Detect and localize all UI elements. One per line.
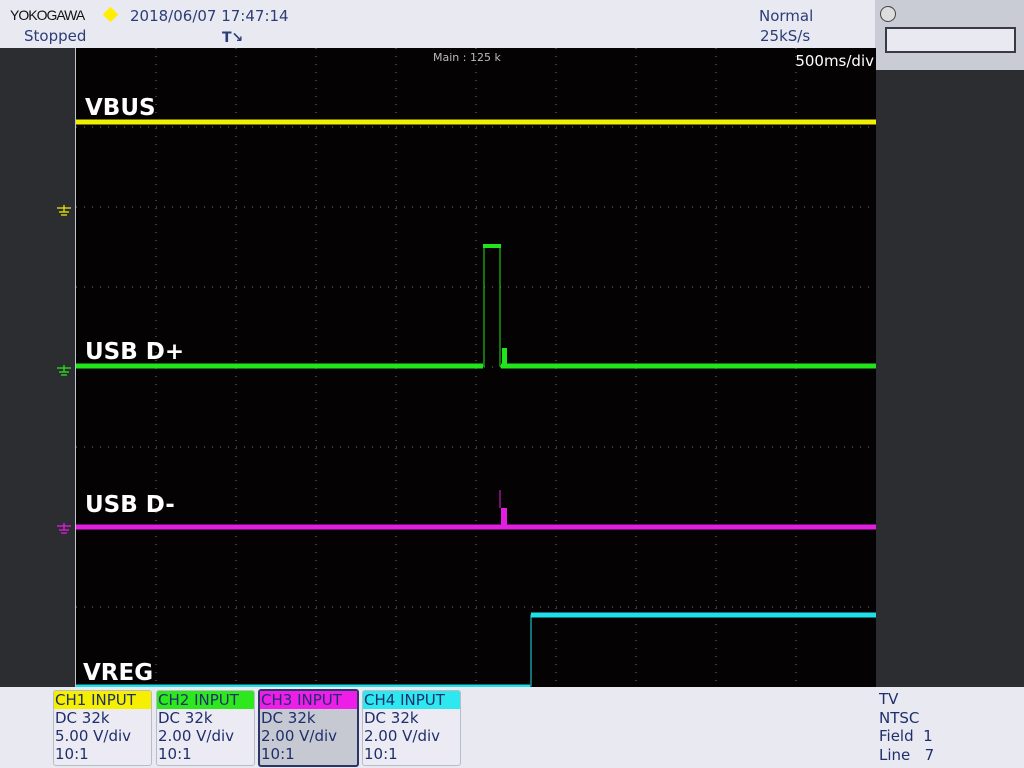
trace-label-vbus: VBUS	[85, 95, 156, 121]
ch2-coupling: DC 32k	[158, 709, 213, 727]
waveform-canvas	[76, 48, 876, 687]
trace-label-vreg: VREG	[83, 660, 154, 686]
ch4-coupling: DC 32k	[364, 709, 419, 727]
trace-dplus-glitch	[502, 348, 507, 364]
ch1-title: CH1 INPUT	[54, 691, 151, 709]
trigger-mode: Normal	[759, 7, 814, 25]
display-mode-type: TV	[879, 690, 899, 708]
ch3-probe: 10:1	[261, 745, 295, 763]
ground-markers	[57, 205, 71, 534]
brand-logo: YOKOGAWA	[10, 7, 85, 23]
side-panel-dark	[875, 70, 1024, 687]
ch1-ground-icon	[57, 205, 71, 216]
ch3-title: CH3 INPUT	[260, 691, 357, 709]
ch1-probe: 10:1	[55, 745, 89, 763]
timebase: 500ms/div	[795, 52, 874, 70]
acquisition-status: Stopped	[24, 27, 87, 45]
ch3-info-card[interactable]: CH3 INPUT DC 32k 2.00 V/div 10:1	[258, 689, 359, 767]
datetime: 2018/06/07 17:47:14	[130, 7, 289, 25]
ch3-coupling: DC 32k	[261, 709, 316, 727]
ch4-info-card[interactable]: CH4 INPUT DC 32k 2.00 V/div 10:1	[362, 690, 461, 766]
ch1-info-card[interactable]: CH1 INPUT DC 32k 5.00 V/div 10:1	[53, 690, 152, 766]
ch4-title: CH4 INPUT	[363, 691, 460, 709]
display-mode-standard: NTSC	[879, 709, 920, 727]
trace-label-dplus: USB D+	[85, 339, 185, 365]
display-mode-field: Field 1	[879, 727, 933, 745]
ch4-probe: 10:1	[364, 745, 398, 763]
waveform-display[interactable]: Main : 125 k 500ms/div VBUS USB D+ USB D…	[75, 48, 876, 687]
trace-label-dminus: USB D-	[85, 492, 175, 518]
ch1-scale: 5.00 V/div	[55, 727, 132, 745]
ch4-scale: 2.00 V/div	[364, 727, 441, 745]
ch3-scale: 2.00 V/div	[261, 727, 338, 745]
trigger-position-icon: T↘	[222, 30, 244, 46]
ch3-ground-icon	[57, 523, 71, 534]
ch2-title: CH2 INPUT	[157, 691, 254, 709]
value-input[interactable]	[885, 27, 1016, 53]
record-length: Main : 125 k	[433, 51, 501, 64]
knob-icon[interactable]	[880, 6, 896, 22]
ch2-ground-icon	[57, 365, 71, 376]
ch2-scale: 2.00 V/div	[158, 727, 235, 745]
ch1-coupling: DC 32k	[55, 709, 110, 727]
trace-dminus-glitch	[501, 508, 507, 526]
sample-rate: 25kS/s	[760, 27, 811, 45]
trace-vreg-edge	[76, 614, 876, 687]
ch2-probe: 10:1	[158, 745, 192, 763]
ch2-info-card[interactable]: CH2 INPUT DC 32k 2.00 V/div 10:1	[156, 690, 255, 766]
channel-info-bar	[0, 687, 1024, 768]
display-mode-line: Line 7	[879, 746, 935, 764]
